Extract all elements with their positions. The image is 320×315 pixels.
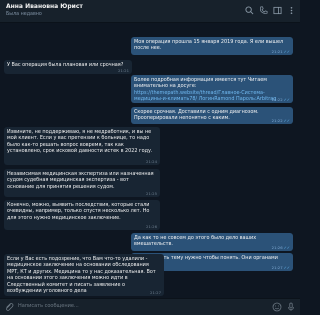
message-text: У Вас операция была плановая или срочная…: [7, 62, 124, 68]
message-time: 21:26: [146, 223, 157, 229]
message-in[interactable]: Если у Вас есть подозрение, что Вам что-…: [4, 254, 164, 296]
attach-icon[interactable]: [4, 302, 14, 312]
sidebar-icon[interactable]: [272, 5, 282, 15]
header-actions: [244, 5, 296, 15]
message-time: 21:22: [271, 96, 283, 102]
message-text: Независимая медицинская экспертиза или н…: [7, 171, 154, 190]
message-text: Конечно, можно, выявить последствия, кот…: [7, 202, 150, 221]
message-text: Скорее срочная. Доставили с одним диагно…: [134, 109, 259, 122]
message-time: 21:26: [271, 244, 283, 250]
message-text: Моя операция прошла 15 января 2019 года.…: [134, 39, 284, 52]
message-link[interactable]: https://themepath.website/thread/Главное…: [134, 90, 290, 103]
message-out[interactable]: Моя операция прошла 15 января 2019 года.…: [131, 37, 293, 55]
read-checkmarks-icon: ✓✓: [283, 96, 290, 102]
contact-name[interactable]: Анна Ивановна Юрист: [6, 3, 83, 11]
message-in[interactable]: Конечно, можно, выявить последствия, кот…: [4, 200, 160, 230]
read-checkmarks-icon: ✓✓: [283, 264, 290, 270]
message-text: Извините, не поддерживаю, я не медработн…: [7, 129, 153, 155]
message-in[interactable]: Независимая медицинская экспертиза или н…: [4, 169, 160, 197]
read-checkmarks-icon: ✓✓: [283, 244, 290, 250]
chat-header: Анна Ивановна Юрист Была недавно: [0, 0, 300, 23]
search-icon[interactable]: [244, 5, 254, 15]
message-time: 21:27: [150, 289, 161, 295]
microphone-icon[interactable]: [286, 302, 296, 312]
read-checkmarks-icon: ✓✓: [283, 117, 290, 123]
message-time: 21:27: [271, 264, 283, 270]
message-time: 21:24: [146, 158, 157, 164]
message-out[interactable]: Да как то не совсем до этого было дело в…: [131, 233, 293, 251]
message-time: 21:25: [146, 190, 157, 196]
message-out[interactable]: Скорее срочная. Доставили с одним диагно…: [131, 107, 293, 124]
contact-status: Была недавно: [6, 12, 42, 17]
read-checkmarks-icon: ✓✓: [283, 48, 290, 54]
more-icon[interactable]: [286, 5, 296, 15]
message-out[interactable]: Более подробная информация имеется тут Ч…: [131, 75, 293, 103]
message-text: Если у Вас есть подозрение, что Вам что-…: [7, 256, 156, 295]
message-composer: Написать сообщение...: [0, 298, 300, 315]
message-in[interactable]: Извините, не поддерживаю, я не медработн…: [4, 127, 160, 165]
message-in[interactable]: У Вас операция была плановая или срочная…: [4, 60, 132, 74]
message-input[interactable]: Написать сообщение...: [18, 303, 79, 310]
message-text: Да как то не совсем до этого было дело в…: [134, 235, 257, 248]
message-text: Более подробная информация имеется тут Ч…: [134, 77, 267, 90]
emoji-icon[interactable]: [272, 302, 282, 312]
phone-icon[interactable]: [258, 5, 268, 15]
message-time: 21:22: [271, 117, 283, 123]
message-time: 21:21: [271, 48, 283, 54]
message-time: 21:21: [118, 67, 129, 73]
